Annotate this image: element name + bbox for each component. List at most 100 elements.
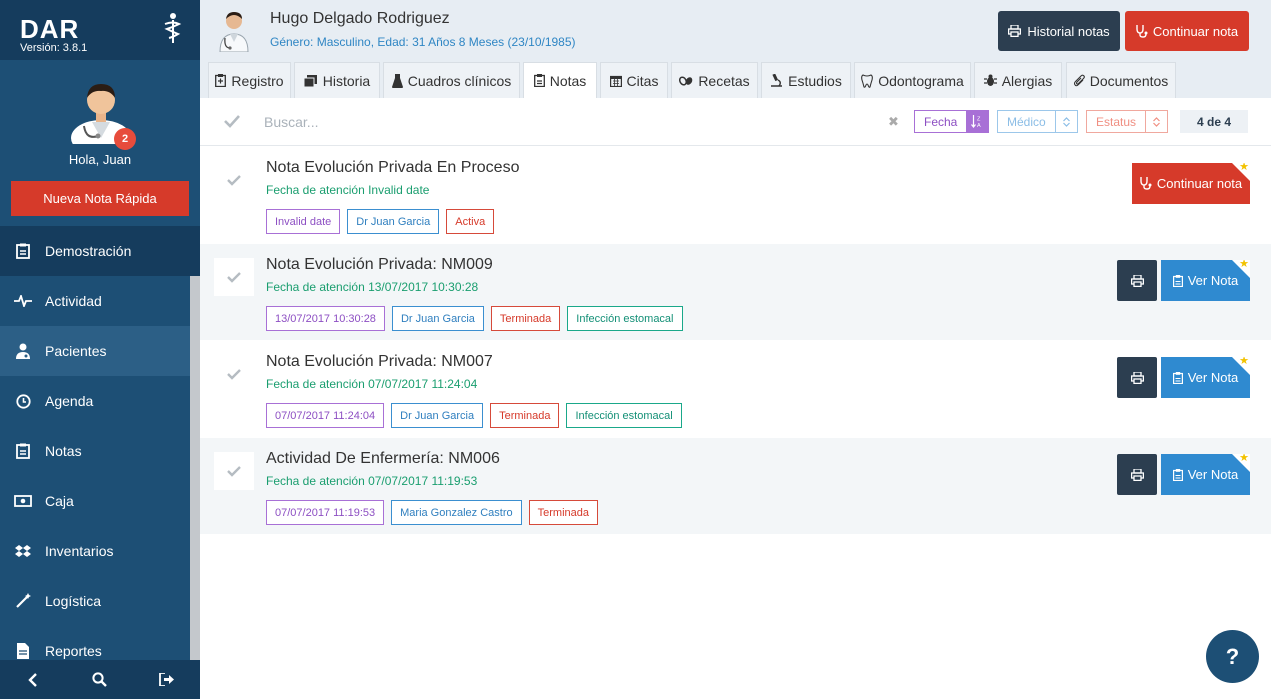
history-notes-button[interactable]: Historial notas bbox=[998, 11, 1120, 51]
note-item[interactable]: Nota Evolución Privada En Proceso Fecha … bbox=[200, 147, 1271, 243]
sidebar: DAR Versión: 3.8.1 2 Hola, Juan Nueva No… bbox=[0, 0, 200, 699]
tab-documentos[interactable]: Documentos bbox=[1066, 62, 1176, 98]
filter-status[interactable]: Estatus bbox=[1086, 110, 1169, 133]
sort-updown-icon[interactable] bbox=[1054, 111, 1077, 132]
print-icon bbox=[1130, 274, 1144, 287]
tag-diagnosis: Infección estomacal bbox=[566, 403, 682, 428]
tab-label: Recetas bbox=[698, 72, 750, 89]
sidebar-item-label: Notas bbox=[45, 443, 82, 459]
filter-doctor[interactable]: Médico bbox=[997, 110, 1078, 133]
collapse-left-icon[interactable] bbox=[23, 670, 43, 690]
stethoscope-icon bbox=[1136, 24, 1148, 38]
sidebar-item-inventarios[interactable]: Inventarios bbox=[0, 526, 200, 576]
money-icon bbox=[14, 492, 32, 510]
paperclip-icon bbox=[1073, 74, 1085, 87]
sidebar-item-label: Actividad bbox=[45, 293, 102, 309]
clear-search-icon[interactable]: ✖ bbox=[888, 114, 899, 130]
view-note-button[interactable]: Ver Nota ★ bbox=[1161, 357, 1250, 398]
tab-recetas[interactable]: Recetas bbox=[671, 62, 758, 98]
sidebar-item-agenda[interactable]: Agenda bbox=[0, 376, 200, 426]
patient-name: Hugo Delgado Rodriguez bbox=[270, 10, 450, 27]
view-note-button[interactable]: Ver Nota ★ bbox=[1161, 454, 1250, 495]
note-title[interactable]: Actividad De Enfermería: NM006 bbox=[266, 450, 500, 468]
print-note-button[interactable] bbox=[1117, 260, 1157, 301]
sidebar-scrollbar[interactable] bbox=[190, 276, 200, 660]
continue-note-label: Continuar nota bbox=[1152, 23, 1239, 39]
help-button[interactable]: ? bbox=[1206, 630, 1259, 683]
sort-alpha-icon[interactable]: ZA bbox=[966, 111, 989, 132]
note-checkbox[interactable] bbox=[214, 161, 254, 199]
tag-status: Terminada bbox=[490, 306, 561, 331]
new-quick-note-button[interactable]: Nueva Nota Rápida bbox=[11, 181, 189, 216]
sidebar-item-notas[interactable]: Notas bbox=[0, 426, 200, 476]
note-item[interactable]: Actividad De Enfermería: NM006 Fecha de … bbox=[200, 438, 1271, 534]
note-tags: Invalid date Dr Juan Garcia Activa bbox=[266, 209, 495, 234]
continue-note-button[interactable]: Continuar nota ★ bbox=[1132, 163, 1250, 204]
svg-text:Z: Z bbox=[977, 117, 981, 123]
history-notes-label: Historial notas bbox=[1027, 23, 1110, 39]
tab-label: Notas bbox=[549, 72, 587, 89]
note-title[interactable]: Nota Evolución Privada: NM009 bbox=[266, 256, 493, 274]
tab-citas[interactable]: Citas bbox=[600, 62, 668, 98]
clipboard-icon bbox=[533, 74, 545, 87]
note-title[interactable]: Nota Evolución Privada: NM007 bbox=[266, 353, 493, 371]
tag-date: 07/07/2017 11:19:53 bbox=[266, 500, 385, 525]
patient-header: Hugo Delgado Rodriguez Género: Masculino… bbox=[200, 0, 1271, 60]
star-icon: ★ bbox=[1239, 357, 1249, 367]
star-icon: ★ bbox=[1239, 163, 1249, 173]
clock-icon bbox=[14, 392, 32, 410]
tab-label: Registro bbox=[231, 72, 284, 89]
tab-estudios[interactable]: Estudios bbox=[761, 62, 851, 98]
filter-status-label: Estatus bbox=[1096, 114, 1137, 129]
tab-alergias[interactable]: Alergias bbox=[974, 62, 1062, 98]
view-note-label: Ver Nota bbox=[1187, 370, 1239, 385]
note-date: Fecha de atención Invalid date bbox=[266, 183, 430, 197]
note-title[interactable]: Nota Evolución Privada En Proceso bbox=[266, 159, 519, 177]
note-tags: 07/07/2017 11:19:53 Maria Gonzalez Castr… bbox=[266, 500, 598, 525]
svg-text:A: A bbox=[977, 123, 981, 128]
sidebar-item-logistica[interactable]: Logística bbox=[0, 576, 200, 626]
tag-date: 07/07/2017 11:24:04 bbox=[266, 403, 385, 428]
continue-note-button[interactable]: Continuar nota bbox=[1125, 11, 1249, 51]
magic-wand-icon bbox=[14, 592, 32, 610]
notification-badge[interactable]: 2 bbox=[114, 128, 136, 150]
select-all-checkbox[interactable] bbox=[224, 114, 240, 128]
sort-updown-icon[interactable] bbox=[1145, 111, 1167, 132]
note-checkbox[interactable] bbox=[214, 355, 254, 393]
tab-cuadros-clinicos[interactable]: Cuadros clínicos bbox=[383, 62, 520, 98]
tab-historia[interactable]: Historia bbox=[294, 62, 380, 98]
logout-icon[interactable] bbox=[157, 670, 177, 690]
tag-doctor: Dr Juan Garcia bbox=[347, 209, 440, 234]
note-checkbox[interactable] bbox=[214, 258, 254, 296]
filter-date[interactable]: Fecha ZA bbox=[914, 110, 990, 133]
sidebar-item-label: Logística bbox=[45, 593, 102, 609]
tab-odontograma[interactable]: Odontograma bbox=[854, 62, 971, 98]
print-note-button[interactable] bbox=[1117, 454, 1157, 495]
notes-count: 4 de 4 bbox=[1180, 110, 1248, 133]
tab-label: Documentos bbox=[1089, 72, 1169, 89]
sidebar-item-caja[interactable]: Caja bbox=[0, 476, 200, 526]
search-input[interactable] bbox=[264, 110, 564, 134]
clipboard-icon bbox=[1172, 371, 1183, 384]
sidebar-item-actividad[interactable]: Actividad bbox=[0, 276, 200, 326]
view-note-button[interactable]: Ver Nota ★ bbox=[1161, 260, 1250, 301]
star-icon: ★ bbox=[1239, 454, 1249, 464]
app-logo[interactable]: DAR bbox=[20, 14, 79, 45]
continue-note-label: Continuar nota bbox=[1156, 176, 1243, 191]
tab-registro[interactable]: Registro bbox=[208, 62, 291, 98]
sidebar-item-pacientes[interactable]: Pacientes bbox=[0, 326, 200, 376]
bug-icon bbox=[983, 74, 997, 86]
tag-status: Activa bbox=[446, 209, 495, 234]
note-item[interactable]: Nota Evolución Privada: NM009 Fecha de a… bbox=[200, 244, 1271, 340]
search-icon[interactable] bbox=[90, 670, 110, 690]
tab-notas[interactable]: Notas bbox=[523, 62, 597, 98]
sidebar-item-demostracion[interactable]: Demostración bbox=[0, 226, 200, 276]
note-item[interactable]: Nota Evolución Privada: NM007 Fecha de a… bbox=[200, 341, 1271, 437]
print-icon bbox=[1130, 468, 1144, 481]
note-checkbox[interactable] bbox=[214, 452, 254, 490]
tooth-icon bbox=[861, 73, 874, 88]
tag-diagnosis: Infección estomacal bbox=[567, 306, 683, 331]
print-note-button[interactable] bbox=[1117, 357, 1157, 398]
sidebar-item-label: Agenda bbox=[45, 393, 94, 409]
clipboard-icon bbox=[1172, 468, 1183, 481]
